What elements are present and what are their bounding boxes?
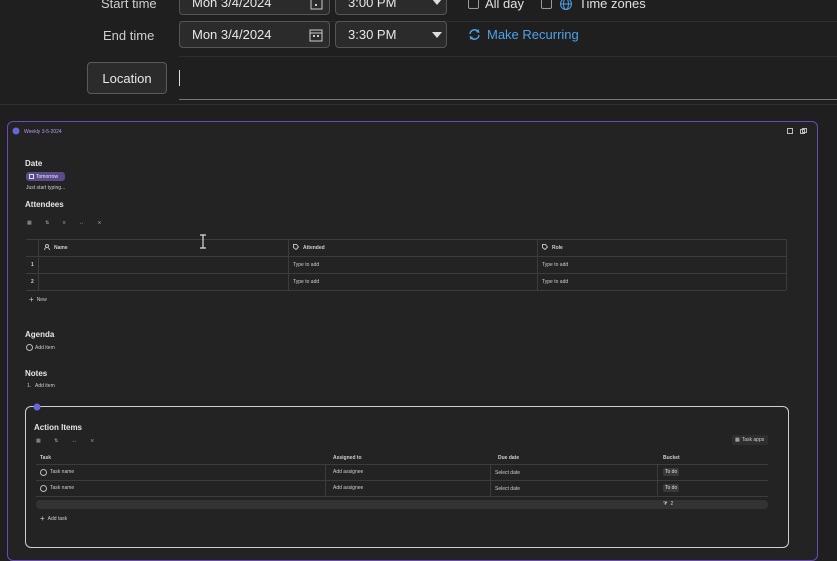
chevron-down-icon <box>432 32 442 38</box>
column-header-role[interactable]: Role <box>552 245 563 251</box>
time-zones-checkbox[interactable] <box>541 0 552 9</box>
column-header-due[interactable]: Due date <box>498 455 519 461</box>
new-row-label: New <box>36 296 47 303</box>
all-day-checkbox[interactable] <box>468 0 479 9</box>
column-header-name[interactable]: Name <box>54 245 68 251</box>
end-time-label: End time <box>103 28 155 43</box>
cell-attended[interactable]: Type to add <box>293 262 319 268</box>
all-day-label: All day <box>485 0 525 11</box>
end-time-value: 3:30 PM <box>348 27 397 42</box>
calendar-icon[interactable] <box>309 28 323 42</box>
column-header-assigned[interactable]: Assigned to <box>333 455 362 461</box>
row-number: 1 <box>31 262 34 268</box>
globe-icon <box>560 0 572 10</box>
task-bucket[interactable]: To do <box>663 484 680 492</box>
calendar-icon[interactable] <box>310 0 323 10</box>
action-items-component[interactable] <box>25 406 789 548</box>
cell-role[interactable]: Type to add <box>542 279 568 285</box>
action-items-heading: Action Items <box>34 423 83 432</box>
chevron-down-icon <box>432 0 442 5</box>
plus-icon: + <box>29 295 34 304</box>
filter-icon: ⧩ <box>663 501 668 507</box>
copy-icon[interactable] <box>800 128 807 134</box>
task-count: ⧩ 2 <box>663 501 673 507</box>
notes-number: 1. <box>27 383 32 389</box>
date-chip-label: Tomorrow <box>36 174 58 180</box>
notes-heading: Notes <box>25 369 48 378</box>
notes-item[interactable]: Add item <box>35 383 55 389</box>
tag-icon <box>293 244 299 250</box>
task-name[interactable]: Task name <box>50 485 74 491</box>
end-date-field[interactable]: Mon 3/4/2024 <box>179 21 330 48</box>
task-name[interactable]: Task name <box>50 469 74 475</box>
task-assignee[interactable]: Add assignee <box>333 485 363 491</box>
apps-icon: ▦ <box>735 437 740 443</box>
agenda-checkbox[interactable] <box>26 344 33 351</box>
task-assignee[interactable]: Add assignee <box>333 469 363 475</box>
add-row-button[interactable]: + New <box>29 295 47 304</box>
start-time-label: Start time <box>101 0 157 11</box>
task-count-value: 2 <box>670 501 674 507</box>
task-apps-button[interactable]: ▦ Task apps <box>732 435 768 445</box>
make-recurring-label: Make Recurring <box>487 27 579 42</box>
time-zones-label: Time zones <box>579 0 646 11</box>
task-due-date[interactable]: Select date <box>495 470 520 476</box>
make-recurring-button[interactable]: Make Recurring <box>467 27 579 42</box>
tag-icon <box>542 244 548 250</box>
end-time-field[interactable]: 3:30 PM <box>335 21 447 48</box>
agenda-heading: Agenda <box>25 330 55 339</box>
loop-title[interactable]: Weekly 3-5-2024 <box>24 129 62 135</box>
location-input[interactable] <box>181 66 831 90</box>
text-caret <box>179 70 180 86</box>
task-apps-label: Task apps <box>741 437 765 443</box>
column-header-bucket[interactable]: Bucket <box>663 455 680 461</box>
column-header-task[interactable]: Task <box>40 455 51 461</box>
attendees-heading: Attendees <box>25 200 64 209</box>
plus-icon: + <box>40 514 45 523</box>
tasks-toolbar[interactable]: ▦ ⇅ ↔ ⨯ <box>36 438 100 444</box>
cell-attended[interactable]: Type to add <box>293 279 319 285</box>
add-task-label: Add task <box>47 515 68 522</box>
agenda-item[interactable]: Add item <box>35 345 55 351</box>
text-cursor-icon <box>200 234 206 249</box>
person-icon <box>44 244 50 250</box>
table-toolbar[interactable]: ▦ ⇅ ≡ ↔ ⨯ <box>27 220 108 226</box>
recurring-icon <box>469 29 480 40</box>
column-header-attended[interactable]: Attended <box>303 245 325 251</box>
location-button[interactable]: Location <box>87 62 167 94</box>
end-date-value: Mon 3/4/2024 <box>192 27 272 42</box>
start-time-value: 3:00 PM <box>348 0 397 10</box>
row-number: 2 <box>31 279 34 285</box>
date-chip[interactable]: Tomorrow <box>26 172 65 181</box>
task-checkbox[interactable] <box>40 469 47 476</box>
start-time-field[interactable]: 3:00 PM <box>335 0 447 15</box>
share-icon[interactable] <box>787 128 793 134</box>
start-date-field[interactable]: Mon 3/4/2024 <box>179 0 330 15</box>
cell-role[interactable]: Type to add <box>542 262 568 268</box>
date-heading: Date <box>25 159 43 168</box>
typing-hint: Just start typing... <box>26 185 66 191</box>
loop-logo-icon <box>12 127 20 135</box>
loop-logo-icon <box>33 403 41 411</box>
start-date-value: Mon 3/4/2024 <box>192 0 272 10</box>
add-task-button[interactable]: + Add task <box>40 514 67 523</box>
task-bucket[interactable]: To do <box>663 468 680 476</box>
summary-row <box>36 500 768 509</box>
task-checkbox[interactable] <box>40 485 47 492</box>
task-due-date[interactable]: Select date <box>495 486 520 492</box>
calendar-icon <box>29 174 34 179</box>
